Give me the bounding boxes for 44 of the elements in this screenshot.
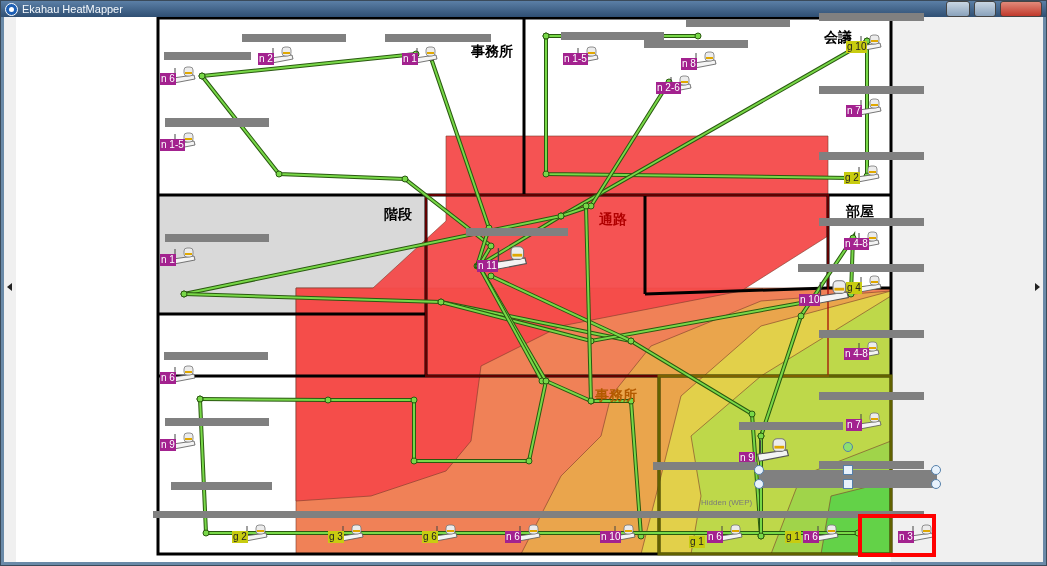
- network-label: Hidden (WEP): [701, 498, 753, 507]
- access-point-label[interactable]: n 11: [477, 260, 498, 272]
- access-point-label[interactable]: g 1: [689, 536, 705, 548]
- room-label: 事務所: [471, 43, 513, 61]
- access-point-label[interactable]: n 6: [707, 531, 723, 543]
- access-point-label[interactable]: n 4-8: [844, 238, 869, 250]
- app-icon: [5, 2, 18, 16]
- access-point-label[interactable]: n 1-5: [563, 53, 588, 65]
- minimize-button[interactable]: [946, 1, 970, 17]
- window-title: Ekahau HeatMapper: [22, 3, 124, 15]
- access-point-label[interactable]: g 1: [785, 531, 801, 543]
- access-point-label[interactable]: n 2-6: [656, 82, 681, 94]
- access-point-label[interactable]: g 4: [846, 282, 862, 294]
- access-point-label[interactable]: n 1-5: [160, 139, 185, 151]
- access-point-label[interactable]: g 6: [422, 531, 438, 543]
- access-point-label[interactable]: n 6: [803, 531, 819, 543]
- access-point-label[interactable]: g 2: [844, 172, 860, 184]
- close-button[interactable]: [1000, 1, 1042, 17]
- maximize-button[interactable]: [974, 1, 996, 17]
- access-point-label[interactable]: n 8: [681, 58, 697, 70]
- access-point-label[interactable]: n 10: [600, 531, 622, 543]
- access-point-label[interactable]: n 1: [160, 254, 176, 266]
- access-point-label[interactable]: n 7: [846, 419, 862, 431]
- room-label: 部屋: [846, 203, 874, 221]
- access-point-label[interactable]: n 10: [799, 294, 821, 306]
- access-point-label[interactable]: n 7: [846, 105, 862, 117]
- access-point-label[interactable]: n 1: [402, 53, 418, 65]
- expand-right-icon[interactable]: [1035, 283, 1040, 291]
- access-point-label[interactable]: n 4-8: [844, 348, 869, 360]
- room-label: 事務所: [595, 387, 637, 405]
- access-point-label[interactable]: n 6: [160, 372, 176, 384]
- access-point-label[interactable]: n 6: [505, 531, 521, 543]
- access-point-label[interactable]: n 2: [258, 53, 274, 65]
- access-point-label[interactable]: g 3: [328, 531, 344, 543]
- selection-handle[interactable]: [843, 442, 853, 452]
- access-point-label[interactable]: g 10: [846, 41, 868, 53]
- room-label: 通路: [599, 211, 627, 229]
- access-point-label[interactable]: n 6: [160, 73, 176, 85]
- access-point-label[interactable]: g 2: [232, 531, 248, 543]
- access-point-label[interactable]: n 9: [160, 439, 176, 451]
- room-label: 階段: [384, 206, 412, 224]
- access-point-label[interactable]: n 3: [898, 531, 914, 543]
- selected-label-box[interactable]: [759, 470, 937, 488]
- expand-left-icon[interactable]: [7, 283, 12, 291]
